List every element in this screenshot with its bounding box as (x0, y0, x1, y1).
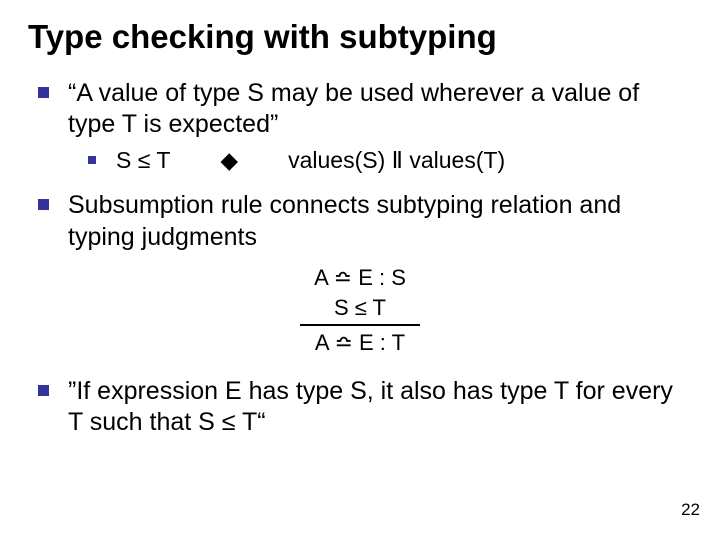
bullet-conclusion: ”If expression E has type S, it also has… (38, 376, 692, 439)
bullet-st-relation: S ≤ T ◆ values(S) Ⅱ values(T) (88, 146, 692, 176)
diamond-icon: ◆ (220, 147, 238, 173)
bullet-quote-text: “A value of type S may be used wherever … (68, 79, 639, 138)
st-left: S ≤ T (116, 147, 170, 173)
st-right: values(S) Ⅱ values(T) (288, 147, 505, 173)
bullet-subsumption-text: Subsumption rule connects subtyping rela… (68, 191, 621, 250)
rule-premise-1: A ≏ E : S (28, 263, 692, 293)
rule-conclusion: A ≏ E : T (28, 328, 692, 358)
slide-title: Type checking with subtyping (28, 18, 692, 56)
inference-rule: A ≏ E : S S ≤ T A ≏ E : T (28, 263, 692, 358)
slide: Type checking with subtyping “A value of… (0, 0, 720, 540)
page-number: 22 (681, 500, 700, 520)
bullet-icon (38, 199, 49, 210)
rule-divider (300, 324, 420, 326)
bullet-icon (38, 87, 49, 98)
bullet-conclusion-text: ”If expression E has type S, it also has… (68, 377, 673, 436)
rule-premise-2: S ≤ T (28, 293, 692, 323)
bullet-quote: “A value of type S may be used wherever … (38, 78, 692, 141)
bullet-icon (88, 156, 96, 164)
bullet-icon (38, 385, 49, 396)
bullet-subsumption: Subsumption rule connects subtyping rela… (38, 190, 692, 253)
